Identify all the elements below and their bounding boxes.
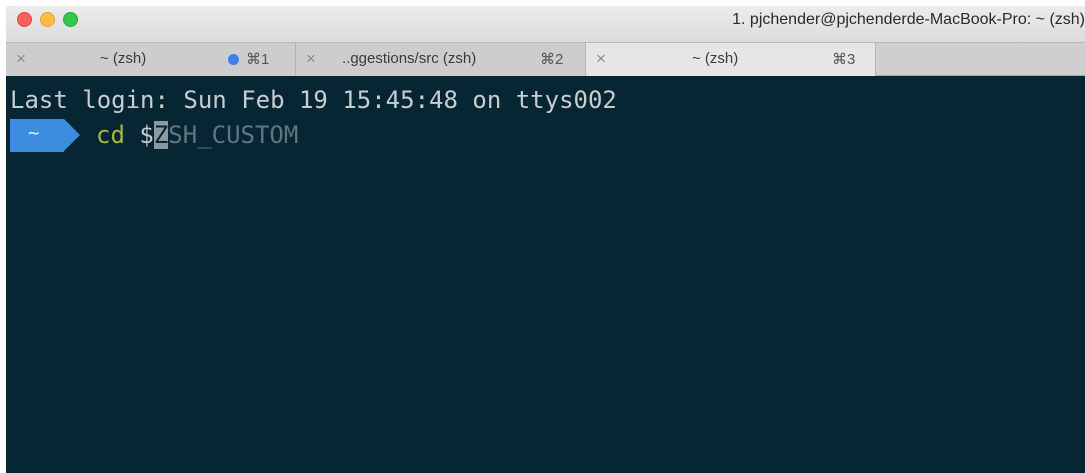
activity-dot-icon [228,54,239,65]
tab-label: ..ggestions/src (zsh) [342,50,477,67]
tab-shortcut: ⌘3 [832,51,856,68]
close-tab-icon[interactable]: × [306,49,316,69]
command-line[interactable]: cd $ZSH_CUSTOM [96,121,298,149]
tab-zsh-1[interactable]: × ~ (zsh) ⌘1 [6,43,296,76]
tab-bar: × ~ (zsh) ⌘1 × ..ggestions/src (zsh) ⌘2 … [6,42,1085,76]
tab-label: ~ (zsh) [100,50,147,67]
tab-zsh-2[interactable]: × ..ggestions/src (zsh) ⌘2 [296,43,586,76]
prompt-directory: ~ [28,122,40,144]
tab-shortcut: ⌘1 [246,51,270,68]
last-login-line: Last login: Sun Feb 19 15:45:48 on ttys0… [10,86,617,114]
text-cursor: Z [153,121,169,149]
tab-shortcut: ⌘2 [540,51,564,68]
zoom-window-button[interactable] [63,12,78,27]
tab-zsh-3[interactable]: × ~ (zsh) ⌘3 [586,43,876,76]
close-tab-icon[interactable]: × [16,49,26,69]
close-tab-icon[interactable]: × [596,49,606,69]
title-bar[interactable]: 1. pjchender@pjchenderde-MacBook-Pro: ~ … [6,6,1085,42]
window-title: 1. pjchender@pjchenderde-MacBook-Pro: ~ … [732,11,1085,28]
terminal-content[interactable]: Last login: Sun Feb 19 15:45:48 on ttys0… [6,76,1085,473]
close-window-button[interactable] [17,12,32,27]
tab-label: ~ (zsh) [692,50,739,67]
command-text: cd [96,121,125,149]
dollar-sign: $ [139,121,154,149]
autosuggestion-text: SH_CUSTOM [168,121,299,149]
prompt-segment: ~ [10,119,80,152]
minimize-window-button[interactable] [40,12,55,27]
terminal-window: 1. pjchender@pjchenderde-MacBook-Pro: ~ … [6,6,1085,473]
